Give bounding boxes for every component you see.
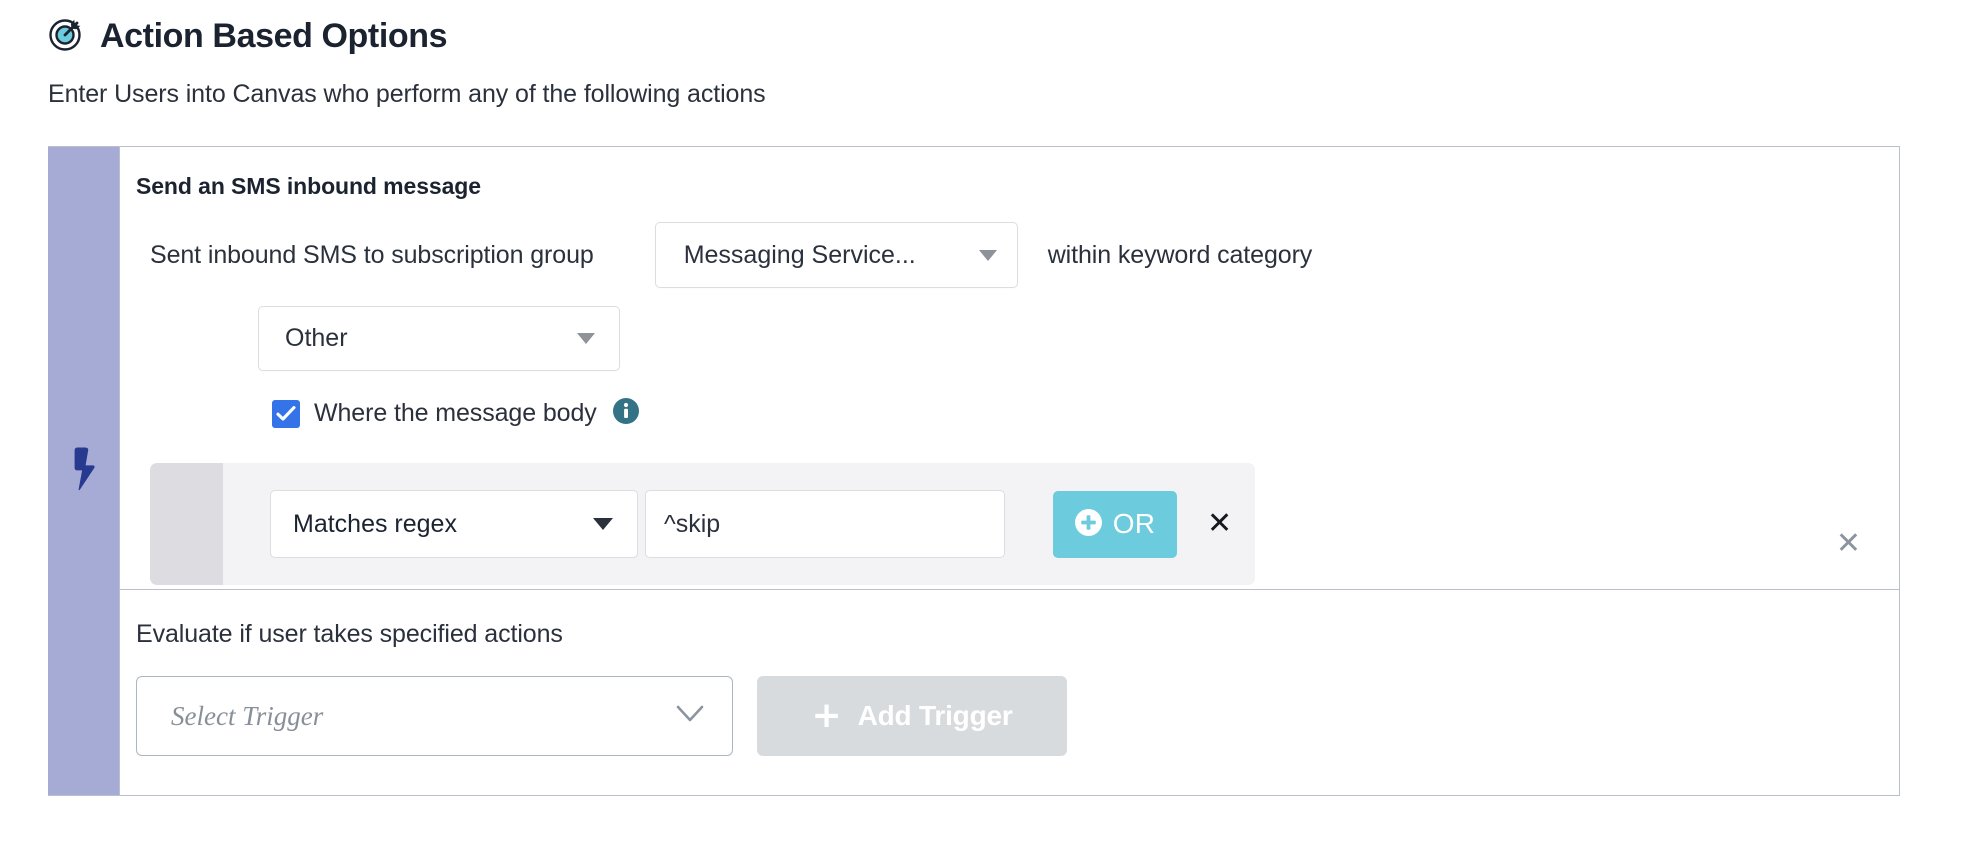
filter-drag-handle[interactable] [150, 463, 223, 585]
plus-circle-icon [1074, 509, 1102, 539]
select-trigger-placeholder: Select Trigger [171, 700, 324, 731]
card-accent-rail [48, 147, 119, 795]
trigger-definition-section: Send an SMS inbound message Sent inbound… [120, 147, 1899, 590]
add-trigger-button[interactable]: + Add Trigger [757, 676, 1067, 756]
filter-group: Matches regex OR [150, 463, 1255, 585]
page-title: Action Based Options [100, 17, 448, 55]
page-subtitle: Enter Users into Canvas who perform any … [48, 80, 766, 108]
or-button-label: OR [1112, 508, 1156, 539]
subscription-group-row: Sent inbound SMS to subscription group M… [120, 222, 1899, 288]
evaluate-actions-label: Evaluate if user takes specified actions [136, 620, 563, 648]
add-trigger-row: Select Trigger + Add Trigger [136, 676, 1899, 756]
card-body: Send an SMS inbound message Sent inbound… [119, 147, 1899, 795]
caret-down-icon [978, 249, 997, 261]
filter-operator-value: Matches regex [293, 509, 457, 538]
keyword-category-label: within keyword category [1047, 240, 1313, 269]
target-icon [48, 16, 84, 57]
evaluate-actions-section: Evaluate if user takes specified actions… [120, 590, 1899, 795]
messaging-service-value: Messaging Service... [683, 240, 916, 269]
filter-row: Matches regex OR [223, 463, 1255, 585]
chevron-down-icon [675, 704, 705, 729]
select-trigger-dropdown[interactable]: Select Trigger [136, 676, 733, 756]
filter-operator-dropdown[interactable]: Matches regex [270, 490, 638, 558]
subscription-group-select[interactable]: Other [258, 306, 620, 371]
add-or-condition-button[interactable]: OR [1053, 490, 1177, 558]
remove-trigger-button[interactable]: ✕ [1836, 529, 1861, 559]
lightning-bolt-icon [69, 446, 99, 497]
plus-icon: + [811, 694, 842, 736]
caret-down-icon [593, 518, 613, 530]
info-icon[interactable] [612, 398, 639, 429]
message-body-label: Where the message body [314, 399, 597, 427]
page-header: Action Based Options [0, 0, 1986, 60]
action-trigger-card: Send an SMS inbound message Sent inbound… [48, 146, 1900, 796]
remove-filter-button[interactable]: ✕ [1207, 509, 1232, 539]
messaging-service-dropdown[interactable]: Messaging Service... [654, 222, 1018, 288]
trigger-title: Send an SMS inbound message [136, 173, 481, 199]
filter-value-input[interactable] [645, 490, 1005, 558]
caret-down-icon [577, 333, 595, 344]
add-trigger-label: Add Trigger [857, 700, 1013, 731]
subscription-group-label: Sent inbound SMS to subscription group [150, 240, 594, 269]
message-body-row: Where the message body [120, 398, 1899, 429]
subscription-group-value: Other [285, 324, 348, 352]
message-body-checkbox[interactable] [272, 399, 300, 428]
